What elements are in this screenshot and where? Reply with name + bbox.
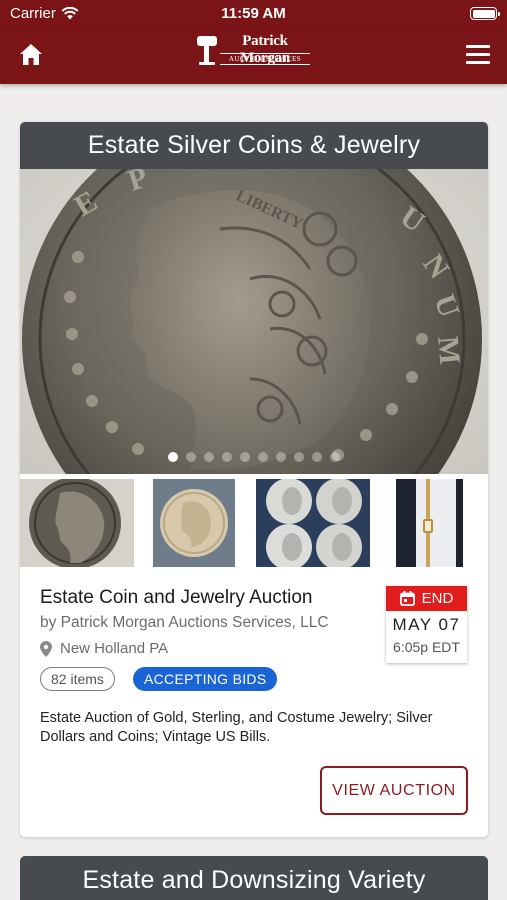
carousel-dots <box>20 452 488 462</box>
location-pin-icon <box>40 640 52 657</box>
home-button[interactable] <box>18 42 44 68</box>
carousel-dot[interactable] <box>276 452 286 462</box>
app-header: Patrick Morgan AUCTION SERVICES <box>0 28 507 84</box>
brand-subtitle: AUCTION SERVICES <box>220 53 310 65</box>
auctioneer-name: by Patrick Morgan Auctions Services, LLC <box>40 614 329 631</box>
carousel-dot[interactable] <box>186 452 196 462</box>
thumbnail-morgan-dollar[interactable] <box>20 479 134 567</box>
location-text: New Holland PA <box>60 640 169 657</box>
svg-text:M: M <box>431 335 466 366</box>
carousel-dot[interactable] <box>240 452 250 462</box>
thumbnail-gold-watch[interactable] <box>396 479 463 567</box>
auction-card-header[interactable]: Estate Silver Coins & Jewelry <box>20 122 488 169</box>
end-label: END <box>421 590 454 607</box>
battery-icon <box>470 7 500 20</box>
carousel-dot[interactable] <box>258 452 268 462</box>
thumbnail-liberty-nickel[interactable] <box>153 479 235 567</box>
auction-card-2: Estate and Downsizing Variety <box>20 856 488 900</box>
carousel-dot[interactable] <box>312 452 322 462</box>
thumbnail-strip <box>20 474 488 569</box>
status-bar: Carrier 11:59 AM <box>0 0 507 28</box>
items-count-badge: 82 items <box>40 667 115 691</box>
auction-card-header[interactable]: Estate and Downsizing Variety <box>20 856 488 900</box>
auction-card: Estate Silver Coins & Jewelry E P U N U … <box>20 122 488 837</box>
carousel-dot[interactable] <box>222 452 232 462</box>
end-date-badge: END MAY 07 6:05p EDT <box>386 586 467 663</box>
auction-location: New Holland PA <box>40 640 168 657</box>
menu-button[interactable] <box>466 45 490 65</box>
carousel-dot[interactable] <box>294 452 304 462</box>
carousel-dot[interactable] <box>330 452 340 462</box>
auction-title[interactable]: Estate Coin and Jewelry Auction <box>40 587 313 609</box>
view-auction-button[interactable]: VIEW AUCTION <box>320 766 468 815</box>
status-badge: ACCEPTING BIDS <box>133 667 278 691</box>
brand-logo[interactable]: Patrick Morgan AUCTION SERVICES <box>196 30 314 70</box>
thumbnail-half-dollars[interactable] <box>256 479 370 567</box>
image-carousel[interactable]: E P U N U M LIBERTY <box>20 169 488 474</box>
carousel-dot[interactable] <box>168 452 178 462</box>
coin-photo: E P U N U M LIBERTY <box>20 169 488 474</box>
end-time: 6:05p EDT <box>393 639 460 655</box>
auction-description: Estate Auction of Gold, Sterling, and Co… <box>40 710 433 745</box>
calendar-icon <box>399 591 415 606</box>
auction-details: Estate Coin and Jewelry Auction by Patri… <box>20 569 488 837</box>
end-date: MAY 07 <box>392 615 461 634</box>
clock: 11:59 AM <box>221 5 286 22</box>
home-icon <box>20 44 42 65</box>
carousel-dot[interactable] <box>204 452 214 462</box>
hamburger-menu-icon <box>466 45 490 64</box>
